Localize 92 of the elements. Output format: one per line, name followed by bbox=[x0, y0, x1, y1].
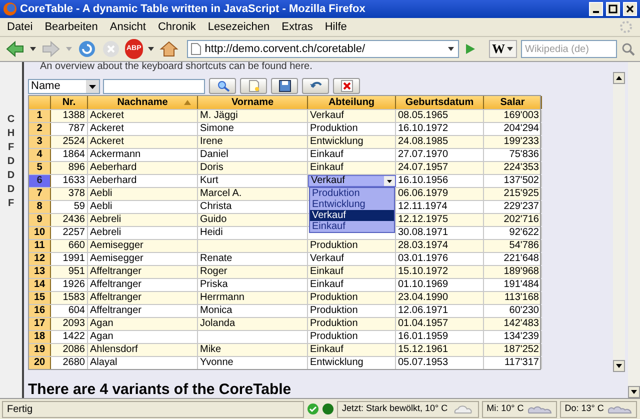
scroll-down-icon[interactable] bbox=[613, 360, 625, 372]
sidebar-text: D bbox=[7, 184, 15, 196]
table-cell: Entwicklung bbox=[308, 357, 396, 369]
row-number[interactable]: 11 bbox=[29, 240, 51, 252]
weather-text: Mi: 10° C bbox=[486, 402, 524, 416]
window-title: CoreTable - A dynamic Table written in JavaScript - Mozilla Firefox bbox=[20, 2, 366, 17]
table-cell: 2680 bbox=[51, 357, 88, 369]
maximize-icon[interactable] bbox=[606, 2, 620, 16]
menu-item[interactable]: Bearbeiten bbox=[44, 18, 98, 36]
back-arrow-icon[interactable] bbox=[5, 40, 25, 58]
row-number[interactable]: 2 bbox=[29, 123, 51, 135]
cloud-icon bbox=[452, 404, 474, 414]
go-arrow-icon[interactable] bbox=[463, 42, 477, 56]
delete-button[interactable] bbox=[333, 78, 360, 94]
search-icon[interactable] bbox=[621, 42, 635, 56]
caret-icon bbox=[506, 45, 514, 53]
table-cell: 05.07.1953 bbox=[396, 357, 484, 369]
row-number[interactable]: 6 bbox=[29, 175, 51, 187]
row-number[interactable]: 7 bbox=[29, 188, 51, 200]
row-number[interactable]: 15 bbox=[29, 292, 51, 304]
sidebar-text: C bbox=[7, 114, 15, 126]
row-number[interactable]: 5 bbox=[29, 162, 51, 174]
dropdown-option[interactable]: Verkauf bbox=[310, 210, 394, 221]
menu-item[interactable]: Chronik bbox=[158, 18, 196, 36]
row-number[interactable]: 9 bbox=[29, 214, 51, 226]
row-number[interactable]: 13 bbox=[29, 266, 51, 278]
caret-icon bbox=[86, 80, 99, 92]
field-select[interactable]: Name bbox=[28, 78, 100, 94]
weather-text: Do: 13° C bbox=[564, 402, 604, 416]
browser-logo-icon bbox=[3, 2, 17, 16]
table-cell: 117'317 bbox=[484, 357, 542, 369]
status-text: Fertig bbox=[2, 400, 304, 418]
activity-icon bbox=[619, 20, 633, 34]
reload-icon[interactable] bbox=[77, 39, 97, 59]
sidebar-text: D bbox=[7, 156, 15, 168]
sidebar-text: F bbox=[8, 198, 14, 210]
inner-scrollbar[interactable] bbox=[613, 72, 625, 372]
section-heading: There are 4 variants of the CoreTable bbox=[28, 380, 292, 398]
clouds-icon bbox=[528, 404, 552, 414]
intro-text: An overview about the keyboard shortcuts can be found here. bbox=[40, 62, 314, 72]
save-button[interactable] bbox=[271, 78, 298, 94]
scroll-down-icon[interactable] bbox=[628, 386, 640, 398]
sidebar-text: H bbox=[7, 128, 15, 140]
row-number[interactable]: 19 bbox=[29, 344, 51, 356]
dropdown-option[interactable]: Einkauf bbox=[310, 221, 394, 232]
weather-text: Jetzt: Stark bewölkt, 10° C bbox=[342, 402, 448, 416]
table-cell: Yvonne bbox=[198, 357, 308, 369]
close-icon[interactable] bbox=[623, 2, 637, 16]
row-number[interactable]: 17 bbox=[29, 318, 51, 330]
check-icon bbox=[307, 403, 319, 415]
row-number[interactable]: 8 bbox=[29, 201, 51, 213]
row-number[interactable]: 3 bbox=[29, 136, 51, 148]
menu-item[interactable]: Datei bbox=[7, 18, 33, 36]
undo-button[interactable] bbox=[302, 78, 329, 94]
search-button[interactable] bbox=[209, 78, 236, 94]
caret-icon[interactable] bbox=[29, 45, 37, 53]
menu-item[interactable]: Ansicht bbox=[110, 18, 146, 36]
clouds-icon bbox=[608, 404, 632, 414]
caret-icon[interactable] bbox=[146, 45, 155, 53]
filter-input[interactable] bbox=[103, 78, 205, 94]
caret-icon bbox=[384, 176, 395, 186]
new-page-icon bbox=[246, 79, 260, 93]
row-number[interactable]: 1 bbox=[29, 110, 51, 122]
minimize-icon[interactable] bbox=[589, 2, 603, 16]
caret-icon[interactable] bbox=[447, 45, 455, 53]
search-engine-button[interactable]: W bbox=[489, 40, 517, 58]
search-icon bbox=[216, 79, 230, 93]
row-number[interactable]: 18 bbox=[29, 331, 51, 343]
sort-arrow-icon bbox=[184, 100, 191, 105]
page-scrollbar[interactable] bbox=[628, 62, 640, 398]
table-cell: Alayal bbox=[88, 357, 198, 369]
sidebar-text: D bbox=[7, 170, 15, 182]
delete-icon bbox=[340, 79, 354, 93]
row-number[interactable]: 4 bbox=[29, 149, 51, 161]
menu-item[interactable]: Hilfe bbox=[324, 18, 347, 36]
save-icon bbox=[278, 79, 292, 93]
menu-item[interactable]: Lesezeichen bbox=[208, 18, 270, 36]
department-select[interactable]: Verkauf bbox=[308, 175, 396, 187]
row-number[interactable]: 14 bbox=[29, 279, 51, 291]
page-icon bbox=[190, 43, 201, 55]
menu-item[interactable]: Extras bbox=[282, 18, 313, 36]
row-number[interactable]: 20 bbox=[29, 357, 51, 369]
dropdown-option[interactable]: Entwicklung bbox=[310, 199, 394, 210]
search-field[interactable]: Wikipedia (de) bbox=[521, 40, 617, 58]
home-icon[interactable] bbox=[158, 39, 179, 59]
sidebar-text: F bbox=[8, 142, 14, 154]
row-number[interactable]: 10 bbox=[29, 227, 51, 239]
row-number[interactable]: 12 bbox=[29, 253, 51, 265]
dropdown-option[interactable]: Produktion bbox=[310, 188, 394, 199]
row-number[interactable]: 16 bbox=[29, 305, 51, 317]
url-field[interactable]: http://demo.corvent.ch/coretable/ bbox=[186, 40, 459, 58]
scroll-up-icon[interactable] bbox=[613, 72, 625, 84]
